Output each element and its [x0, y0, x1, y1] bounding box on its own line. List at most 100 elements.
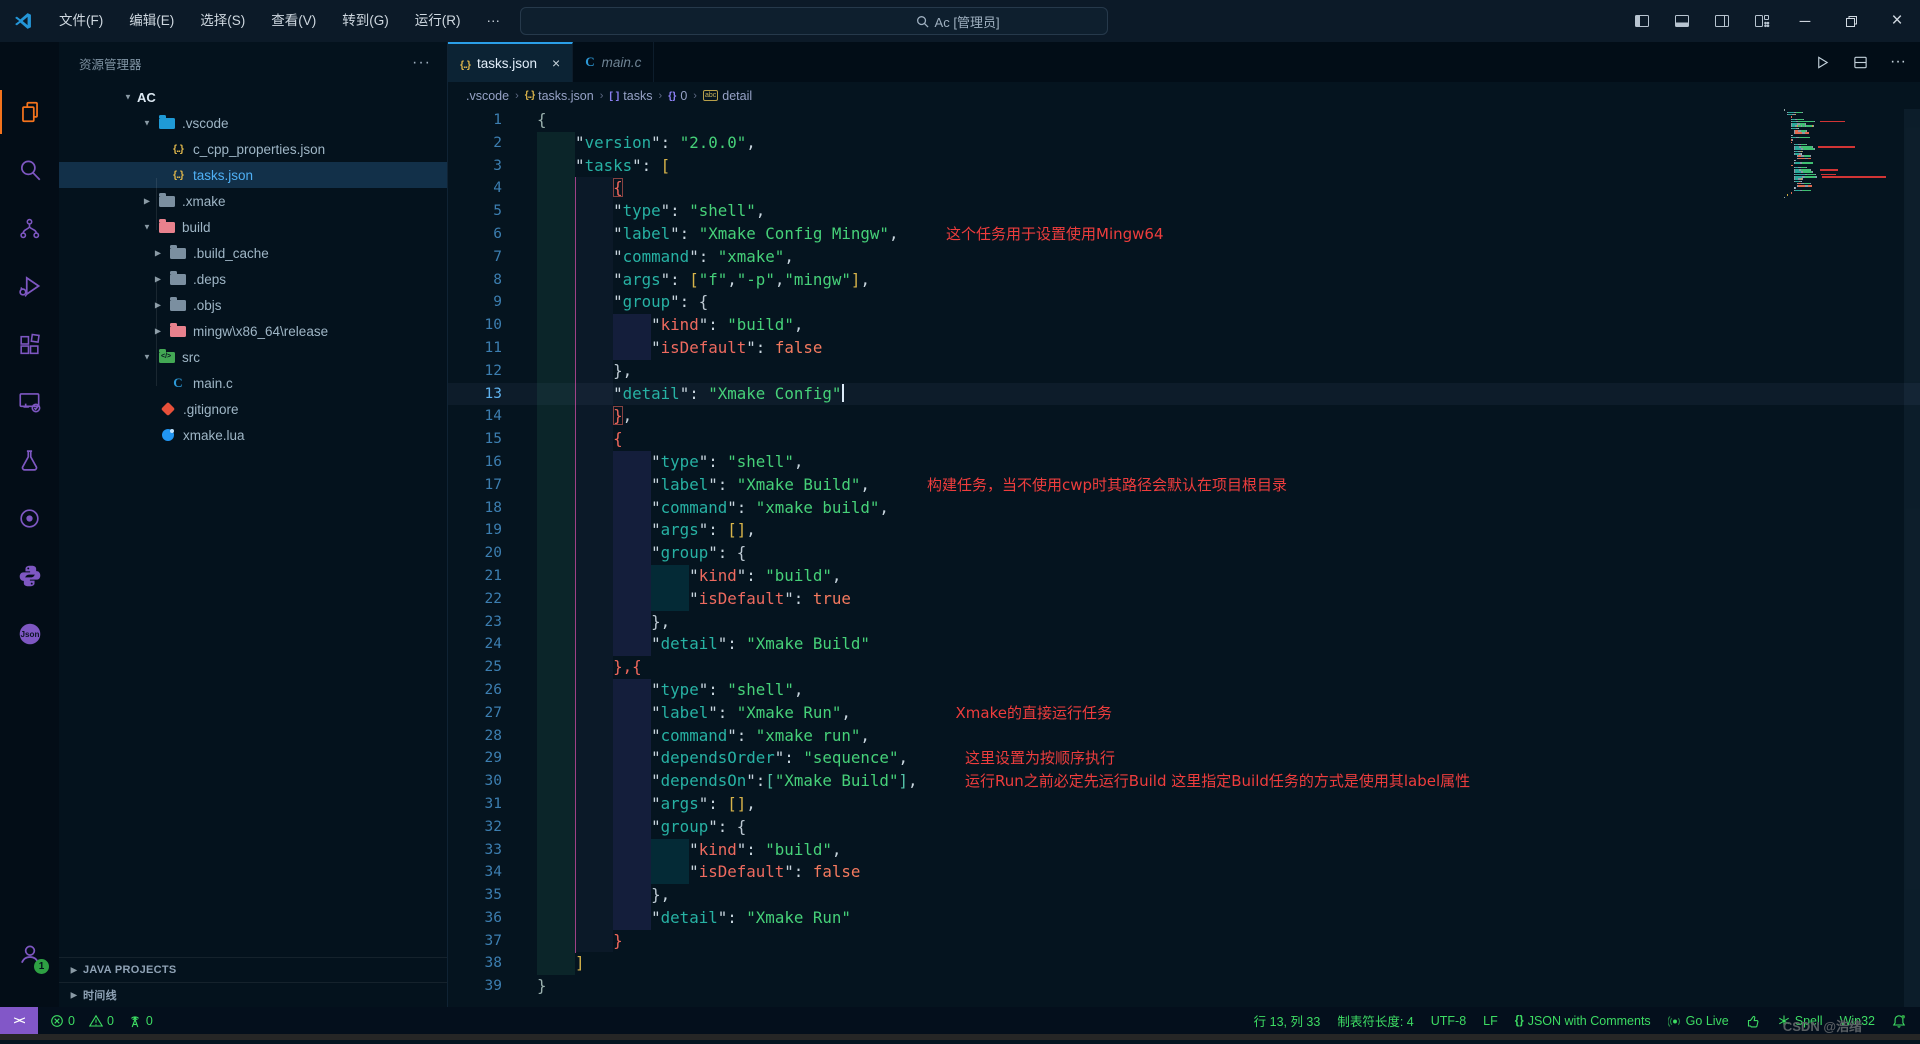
status-utf-8[interactable]: UTF-8: [1431, 1014, 1466, 1028]
code-line[interactable]: 7 "command": "xmake",: [448, 246, 1920, 269]
menubar-item[interactable]: 文件(F): [46, 0, 116, 42]
layout-sidebar-left-icon[interactable]: [1622, 0, 1662, 42]
code-line[interactable]: 12 },: [448, 360, 1920, 383]
code-line[interactable]: 11 "isDefault": false: [448, 337, 1920, 360]
tab-main-c[interactable]: Cmain.c: [573, 42, 654, 82]
window-minimize-button[interactable]: ─: [1782, 0, 1828, 42]
code-editor[interactable]: 1{2 "version": "2.0.0",3 "tasks": [4 {5 …: [448, 109, 1920, 1007]
python-icon[interactable]: [0, 550, 59, 602]
coverage-icon[interactable]: [0, 492, 59, 544]
code-line[interactable]: 5 "type": "shell",: [448, 200, 1920, 223]
code-line[interactable]: 33 "kind": "build",: [448, 839, 1920, 862]
remote-explorer-icon[interactable]: [0, 376, 59, 428]
code-line[interactable]: 38 ]: [448, 952, 1920, 975]
minimap[interactable]: [1784, 109, 1904, 1007]
extensions-icon[interactable]: [0, 318, 59, 370]
code-line[interactable]: 22 "isDefault": true: [448, 588, 1920, 611]
language-mode[interactable]: {}JSON with Comments: [1515, 1014, 1651, 1028]
split-editor-button[interactable]: [1846, 48, 1874, 76]
code-line[interactable]: 20 "group": {: [448, 542, 1920, 565]
explorer-icon[interactable]: [0, 86, 59, 138]
tab-tasks-json[interactable]: {..}tasks.json×: [448, 42, 573, 82]
code-line[interactable]: 2 "version": "2.0.0",: [448, 132, 1920, 155]
tree-item-.build-cache[interactable]: ▶.build_cache: [59, 240, 447, 266]
code-line[interactable]: 32 "group": {: [448, 816, 1920, 839]
breadcrumb-tasks-json[interactable]: {..}tasks.json: [525, 89, 594, 103]
errors-count[interactable]: 0: [50, 1014, 75, 1028]
notifications-bell[interactable]: [1892, 1014, 1906, 1028]
code-line[interactable]: 25 },{: [448, 656, 1920, 679]
code-line[interactable]: 31 "args": [],: [448, 793, 1920, 816]
menubar-item[interactable]: 查看(V): [258, 0, 329, 42]
tree-item-.objs[interactable]: ▶.objs: [59, 292, 447, 318]
menubar-item[interactable]: 运行(R): [402, 0, 474, 42]
tree-item-src[interactable]: ▼</>src: [59, 344, 447, 370]
code-line[interactable]: 37 }: [448, 930, 1920, 953]
code-line[interactable]: 39}: [448, 975, 1920, 998]
layout-sidebar-right-icon[interactable]: [1702, 0, 1742, 42]
command-center-search[interactable]: Ac [管理员]: [520, 7, 1108, 35]
breadcrumb-detail[interactable]: abcdetail: [703, 89, 752, 103]
code-line[interactable]: 34 "isDefault": false: [448, 861, 1920, 884]
code-line[interactable]: 26 "type": "shell",: [448, 679, 1920, 702]
menubar-item[interactable]: 转到(G): [329, 0, 402, 42]
remote-indicator[interactable]: ><: [0, 1007, 38, 1034]
sidebar-more-actions-icon[interactable]: ···: [412, 54, 431, 72]
status-lf[interactable]: LF: [1483, 1014, 1498, 1028]
code-line[interactable]: 24 "detail": "Xmake Build": [448, 633, 1920, 656]
code-line[interactable]: 3 "tasks": [: [448, 155, 1920, 178]
code-line[interactable]: 21 "kind": "build",: [448, 565, 1920, 588]
tree-item-mingw-x86-64-release[interactable]: ▶mingw\x86_64\release: [59, 318, 447, 344]
tree-item-.xmake[interactable]: ▶.xmake: [59, 188, 447, 214]
code-line[interactable]: 6 "label": "Xmake Config Mingw", 这个任务用于设…: [448, 223, 1920, 246]
code-line[interactable]: 9 "group": {: [448, 291, 1920, 314]
menubar-more-icon[interactable]: ···: [474, 0, 514, 42]
breadcrumb-tasks[interactable]: [ ]tasks: [609, 89, 652, 103]
code-line[interactable]: 19 "args": [],: [448, 519, 1920, 542]
code-line[interactable]: 14 },: [448, 405, 1920, 428]
code-line[interactable]: 30 "dependsOn":["Xmake Build"], 运行Run之前必…: [448, 770, 1920, 793]
tree-item-.vscode[interactable]: ▼.vscode: [59, 110, 447, 136]
code-line[interactable]: 8 "args": ["f","-p","mingw"],: [448, 269, 1920, 292]
tree-item-build[interactable]: ▼build: [59, 214, 447, 240]
tree-item-xmake.lua[interactable]: xmake.lua: [59, 422, 447, 448]
search-icon[interactable]: [0, 144, 59, 196]
source-control-icon[interactable]: [0, 202, 59, 254]
tree-item-.gitignore[interactable]: .gitignore: [59, 396, 447, 422]
status--13-33[interactable]: 行 13, 列 33: [1254, 1011, 1321, 1030]
tree-item-tasks.json[interactable]: {..}tasks.json: [59, 162, 447, 188]
window-close-button[interactable]: ×: [1874, 0, 1920, 42]
layout-panel-icon[interactable]: [1662, 0, 1702, 42]
code-line[interactable]: 18 "command": "xmake build",: [448, 497, 1920, 520]
status--4[interactable]: 制表符长度: 4: [1337, 1011, 1413, 1030]
code-line[interactable]: 13 "detail": "Xmake Config": [448, 383, 1920, 406]
code-line[interactable]: 27 "label": "Xmake Run", Xmake的直接运行任务: [448, 702, 1920, 725]
go-live[interactable]: Go Live: [1668, 1014, 1729, 1028]
tree-item-c-cpp-properties.json[interactable]: {..}c_cpp_properties.json: [59, 136, 447, 162]
testing-icon[interactable]: [0, 434, 59, 486]
run-code-button[interactable]: [1808, 48, 1836, 76]
code-line[interactable]: 10 "kind": "build",: [448, 314, 1920, 337]
tree-item-.deps[interactable]: ▶.deps: [59, 266, 447, 292]
code-line[interactable]: 1{: [448, 109, 1920, 132]
ports-count[interactable]: 0: [128, 1014, 153, 1028]
feedback[interactable]: [1746, 1014, 1760, 1028]
menubar-item[interactable]: 编辑(E): [116, 0, 187, 42]
code-line[interactable]: 15 {: [448, 428, 1920, 451]
code-line[interactable]: 29 "dependsOrder": "sequence", 这里设置为按顺序执…: [448, 747, 1920, 770]
breadcrumb-0[interactable]: {}0: [668, 89, 687, 103]
menubar-item[interactable]: 选择(S): [187, 0, 258, 42]
editor-more-actions-icon[interactable]: ···: [1884, 48, 1912, 76]
code-line[interactable]: 4 {: [448, 177, 1920, 200]
code-line[interactable]: 36 "detail": "Xmake Run": [448, 907, 1920, 930]
account-icon[interactable]: 1: [0, 928, 59, 980]
tree-item-main.c[interactable]: Cmain.c: [59, 370, 447, 396]
window-restore-button[interactable]: [1828, 0, 1874, 42]
status-win32[interactable]: Win32: [1840, 1014, 1875, 1028]
section-时间线[interactable]: ▶时间线: [59, 982, 447, 1007]
tab-close-icon[interactable]: ×: [552, 55, 560, 71]
editor-scrollbar[interactable]: [1904, 109, 1920, 1007]
code-line[interactable]: 17 "label": "Xmake Build", 构建任务，当不使用cwp时…: [448, 474, 1920, 497]
tree-item-ac[interactable]: ▼AC: [59, 84, 447, 110]
layout-customize-icon[interactable]: [1742, 0, 1782, 42]
